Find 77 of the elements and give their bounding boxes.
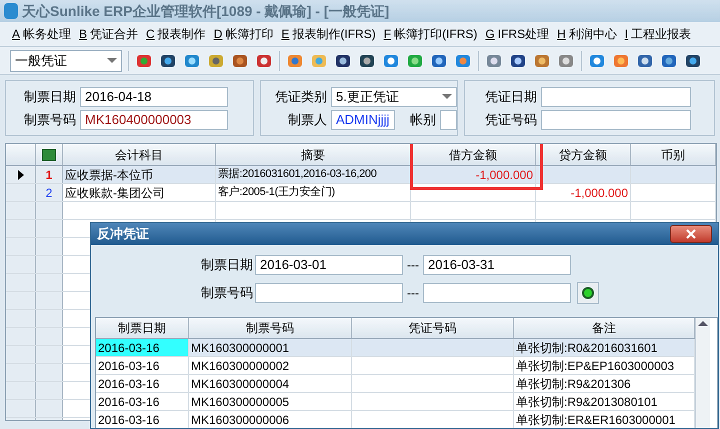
- menu-item[interactable]: I 工程业报表: [624, 25, 692, 43]
- table-cell: 应收票据-本位币: [63, 166, 216, 183]
- close-icon: [686, 229, 696, 239]
- spreadsheet-icon[interactable]: [42, 148, 56, 160]
- table-cell: 2016-03-16: [96, 375, 189, 392]
- range-separator: ---: [406, 285, 420, 302]
- column-header: 贷方金额: [536, 144, 631, 165]
- field-label: 凭证日期: [485, 88, 537, 106]
- input-field[interactable]: 2016-04-18: [80, 86, 228, 106]
- table-cell: MK160300000001: [189, 339, 352, 356]
- input-field[interactable]: [440, 110, 457, 130]
- column-header: 凭证号码: [352, 318, 514, 338]
- input-field[interactable]: 2016-03-31: [423, 255, 571, 275]
- input-field[interactable]: MK160400000003: [80, 110, 228, 130]
- scroll-up-icon[interactable]: [698, 321, 708, 326]
- input-field[interactable]: [255, 283, 403, 303]
- field-label: 制票人: [288, 110, 327, 129]
- table-row[interactable]: 1 应收票据-本位币 票据:2016031601,2016-03-16,200 -1,000.000: [6, 166, 716, 184]
- field-label: 凭证类别: [275, 88, 327, 106]
- row-number: 2: [46, 184, 52, 202]
- scrollbar[interactable]: [695, 318, 710, 428]
- table-row[interactable]: 2016-03-16 MK160300000005 单张切制:R9&2013080101: [96, 393, 695, 411]
- field-label: 制票号码: [24, 110, 76, 129]
- menu-item[interactable]: C 报表制作: [146, 25, 206, 43]
- table-row[interactable]: 2016-03-16 MK160300000004 单张切制:R9&201306: [96, 375, 695, 393]
- dialog-title: 反冲凭证: [97, 225, 149, 244]
- column-header: 制票日期: [96, 318, 189, 338]
- voucher-type-dropdown[interactable]: 一般凭证: [10, 50, 122, 72]
- menu-item[interactable]: G IFRS处理: [485, 25, 550, 43]
- input-field[interactable]: ADMINjjjj: [331, 110, 396, 130]
- table-cell: MK160300000005: [189, 393, 352, 410]
- range-separator: ---: [406, 257, 420, 274]
- table-row[interactable]: 2016-03-16 MK160300000002 单张切制:EP&EP1603000003: [96, 357, 695, 375]
- column-header: 会计科目: [63, 144, 216, 165]
- app-logo-icon: [4, 3, 18, 19]
- table-cell: -1,000.000: [411, 166, 536, 183]
- table-cell: 应收账款-集团公司: [63, 184, 216, 201]
- input-field[interactable]: [541, 86, 691, 106]
- field-label: 帐别: [410, 110, 436, 129]
- table-cell: -1,000.000: [536, 184, 631, 201]
- table-cell: MK160300000004: [189, 375, 352, 392]
- row-header[interactable]: [6, 166, 36, 183]
- field-label: 制票日期: [24, 88, 76, 106]
- window-title: 天心Sunlike ERP企业管理软件[1089 - 戴佩瑜] - [一般凭证]: [22, 2, 390, 21]
- menu-item[interactable]: B 凭证合并: [79, 25, 138, 43]
- table-row[interactable]: 2 应收账款-集团公司 客户:2005-1(王力安全门) -1,000.000: [6, 184, 716, 202]
- column-header: 币别: [631, 144, 716, 165]
- category-dropdown[interactable]: 5.更正凭证: [331, 86, 457, 106]
- table-cell: MK160300000006: [189, 411, 352, 428]
- caret-icon: [107, 58, 117, 63]
- menu-item[interactable]: A 帐务处理: [12, 25, 72, 43]
- close-button[interactable]: [670, 225, 712, 243]
- field-label: 凭证号码: [485, 110, 537, 129]
- menu-item[interactable]: H 利润中心: [557, 25, 617, 43]
- search-button[interactable]: [577, 282, 599, 304]
- table-cell: MK160300000002: [189, 357, 352, 374]
- menu-item[interactable]: D 帐簿打印: [214, 25, 274, 43]
- table-cell: 客户:2005-1(王力安全门): [216, 184, 411, 201]
- input-field[interactable]: 2016-03-01: [255, 255, 403, 275]
- field-label: 制票日期: [201, 256, 253, 274]
- column-header: 制票号码: [189, 318, 352, 338]
- table-cell: 2016-03-16: [96, 339, 189, 356]
- status-light-icon: [582, 287, 594, 299]
- field-label: 制票号码: [201, 284, 253, 302]
- column-header: 摘要: [216, 144, 411, 165]
- row-number: 1: [46, 166, 52, 184]
- menu-item[interactable]: E 报表制作(IFRS): [281, 25, 376, 43]
- column-header: 借方金额: [411, 144, 536, 165]
- input-field[interactable]: [423, 283, 571, 303]
- table-cell: 2016-03-16: [96, 393, 189, 410]
- table-cell: 2016-03-16: [96, 357, 189, 374]
- table-row[interactable]: 2016-03-16 MK160300000001 单张切制:R0&2016031601: [96, 339, 695, 357]
- input-field[interactable]: [541, 110, 691, 130]
- menu-item[interactable]: F 帐簿打印(IFRS): [384, 25, 478, 43]
- table-cell: 票据:2016031601,2016-03-16,200: [216, 166, 411, 183]
- caret-icon: [442, 94, 452, 99]
- table-cell: 2016-03-16: [96, 411, 189, 428]
